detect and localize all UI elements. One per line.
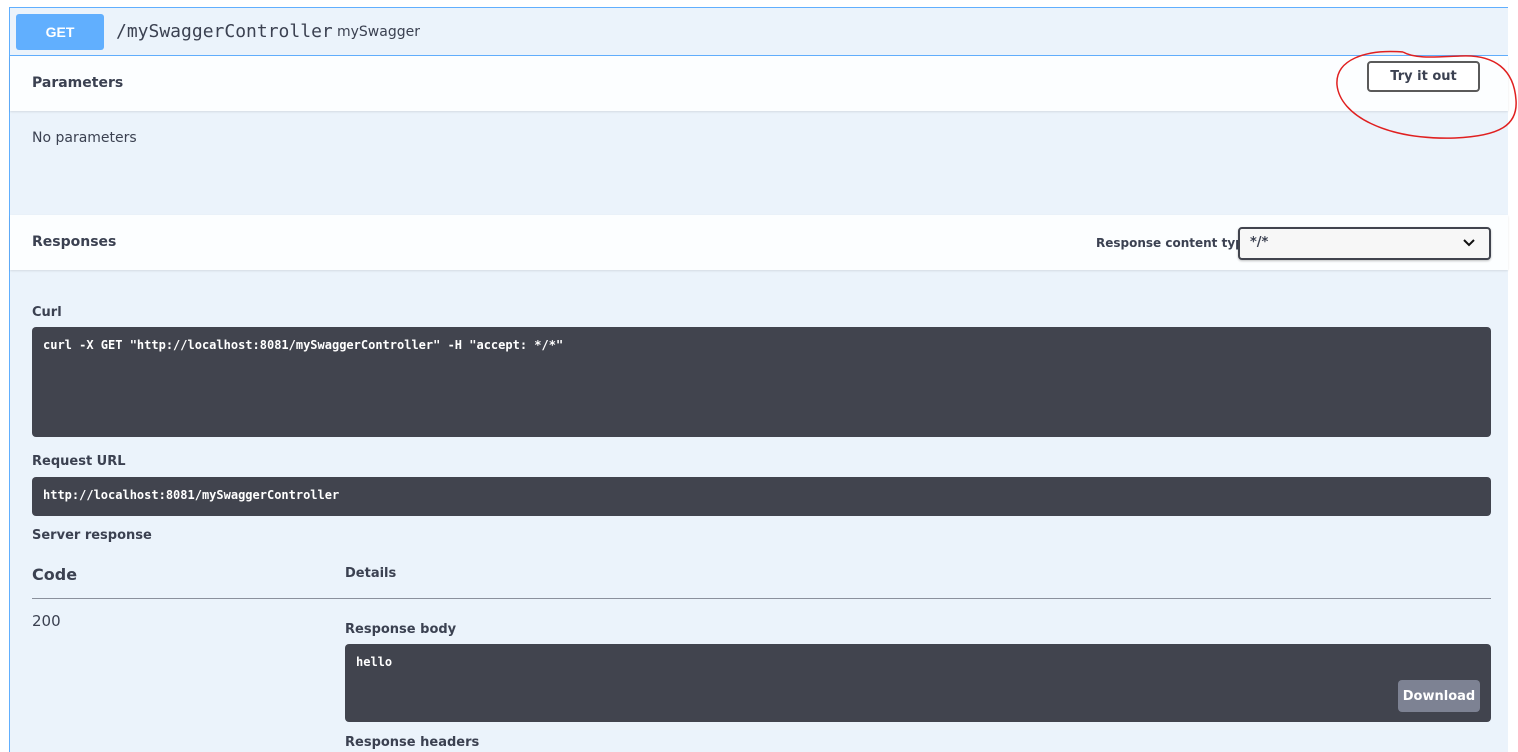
http-method-badge[interactable]: GET bbox=[16, 14, 104, 50]
download-button[interactable]: Download bbox=[1398, 680, 1480, 712]
no-parameters-text: No parameters bbox=[32, 130, 137, 146]
chevron-down-icon bbox=[1463, 239, 1475, 247]
request-url-block[interactable]: http://localhost:8081/mySwaggerControlle… bbox=[32, 477, 1491, 516]
response-code-value: 200 bbox=[32, 612, 61, 630]
response-headers-label: Response headers bbox=[345, 735, 480, 750]
operation-description: mySwagger bbox=[337, 24, 420, 40]
server-response-label: Server response bbox=[32, 528, 152, 543]
curl-label: Curl bbox=[32, 305, 62, 320]
response-content-type-label: Response content type bbox=[1096, 236, 1252, 250]
operation-summary[interactable]: GET /mySwaggerController mySwagger bbox=[10, 8, 1508, 56]
response-content-type-value: */* bbox=[1250, 235, 1269, 250]
response-content-type-select[interactable]: */* bbox=[1238, 227, 1491, 260]
table-divider bbox=[32, 598, 1491, 599]
curl-command-block[interactable]: curl -X GET "http://localhost:8081/mySwa… bbox=[32, 327, 1491, 437]
try-it-out-button[interactable]: Try it out bbox=[1367, 61, 1480, 92]
response-details-header: Details bbox=[345, 566, 397, 581]
operation-block: GET /mySwaggerController mySwagger Param… bbox=[9, 7, 1508, 752]
response-body-label: Response body bbox=[345, 622, 457, 637]
response-code-header: Code bbox=[32, 565, 78, 584]
request-url-label: Request URL bbox=[32, 454, 126, 469]
operation-path[interactable]: /mySwaggerController bbox=[116, 21, 333, 42]
response-body-block[interactable]: hello bbox=[345, 644, 1491, 722]
responses-title: Responses bbox=[32, 234, 117, 250]
parameters-title: Parameters bbox=[32, 75, 124, 91]
parameters-header: Parameters bbox=[10, 56, 1508, 111]
